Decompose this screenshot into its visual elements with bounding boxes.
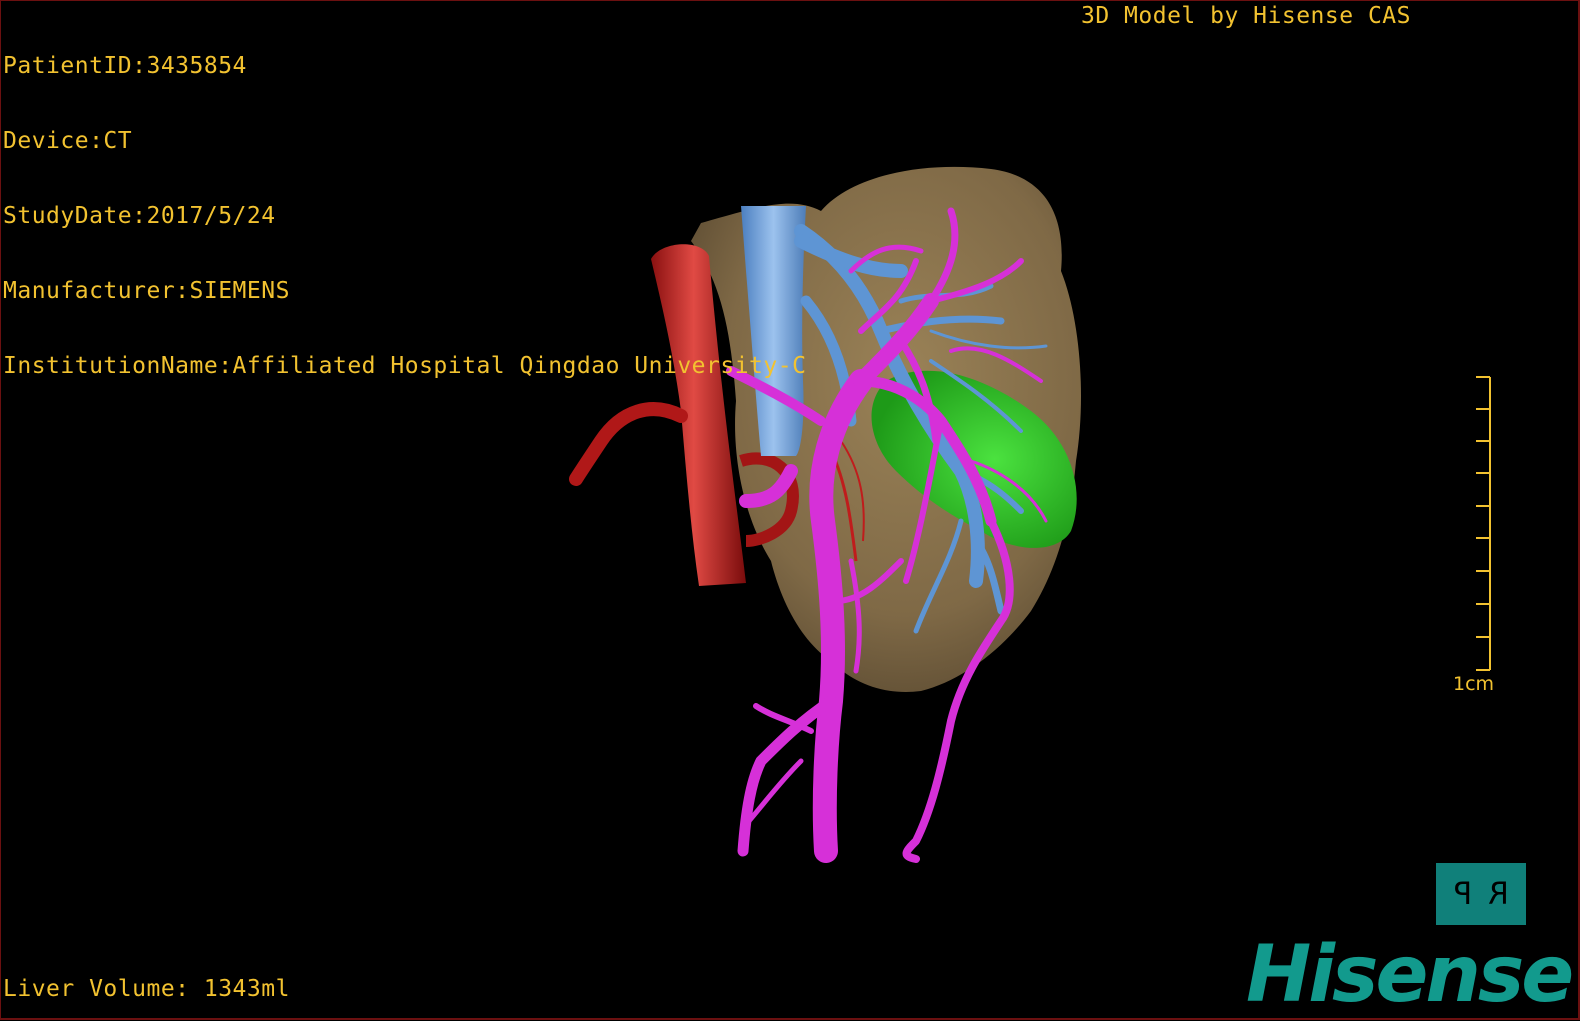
institution-name: InstitutionName:Affiliated Hospital Qing… (3, 353, 807, 379)
orientation-label-right: R (1487, 876, 1509, 912)
model-credit: 3D Model by Hisense CAS (1081, 3, 1411, 29)
device: Device:CT (3, 128, 133, 154)
hisense-logo: Hisense (1246, 930, 1574, 1020)
dicom-info-overlay: PatientID:3435854 Device:CT StudyDate:20… (3, 4, 806, 429)
patient-id: PatientID:3435854 (3, 53, 247, 79)
scale-label: 1cm (1453, 673, 1495, 695)
study-date: StudyDate:2017/5/24 (3, 203, 276, 229)
liver-volume: Liver Volume: 1343ml (3, 976, 290, 1002)
orientation-cube[interactable]: P R (1436, 863, 1526, 925)
3d-viewport[interactable]: PatientID:3435854 Device:CT StudyDate:20… (0, 0, 1580, 1020)
manufacturer: Manufacturer:SIEMENS (3, 278, 290, 304)
orientation-label-posterior: P (1453, 876, 1472, 912)
scale-bar (1476, 376, 1491, 671)
